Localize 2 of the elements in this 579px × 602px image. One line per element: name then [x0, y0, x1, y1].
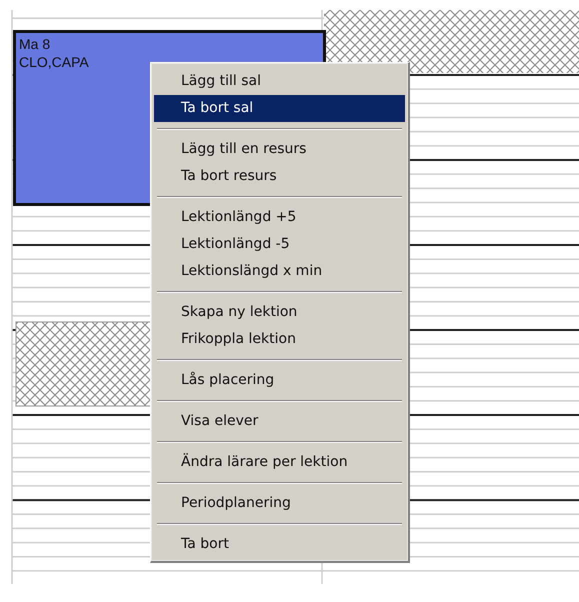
lesson-text: CLO,CAPA [19, 53, 89, 71]
lesson-text: Ma 8 [19, 35, 50, 53]
